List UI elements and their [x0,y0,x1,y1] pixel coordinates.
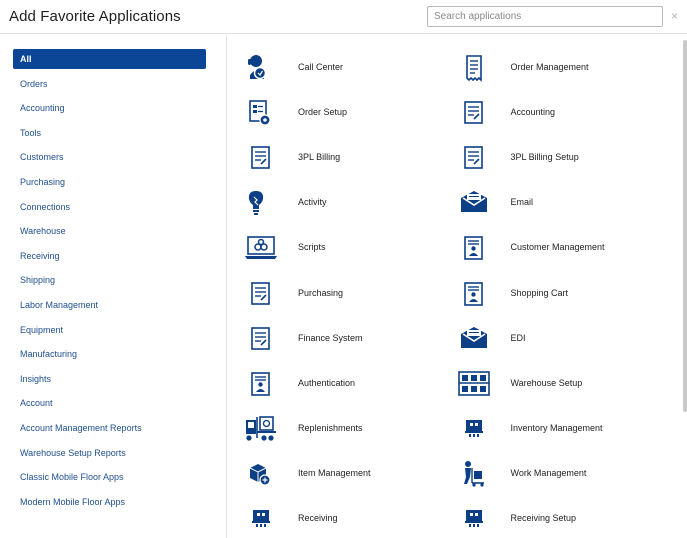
app-label: Activity [298,197,327,208]
search-input[interactable] [427,6,663,27]
close-icon[interactable]: × [671,9,678,23]
app-order-management[interactable]: Order Management [457,53,657,83]
app-authentication[interactable]: Authentication [244,369,444,399]
app-label: Scripts [298,242,326,253]
sidebar-item-warehouse-setup-reports[interactable]: Warehouse Setup Reports [13,443,206,463]
app-label: Authentication [298,377,356,388]
lightbulb-icon [244,188,278,218]
app-warehouse-setup[interactable]: Warehouse Setup [457,369,657,399]
app-label: Email [510,197,534,208]
sidebar-item-insights[interactable]: Insights [13,369,206,389]
sidebar-item-connections[interactable]: Connections [13,197,206,217]
app-purchasing[interactable]: Purchasing [244,279,444,309]
app-receiving[interactable]: Receiving [244,504,444,534]
receipt-icon [457,53,491,83]
forklift-icon [244,414,278,444]
category-sidebar: All Orders Accounting Tools Customers Purchas… [0,35,227,538]
app-label: Shopping Cart [510,287,569,298]
app-3pl-billing-setup[interactable]: 3PL Billing Setup [457,143,657,173]
document-icon [244,324,278,354]
sidebar-item-accounting[interactable]: Accounting [13,98,206,118]
app-inventory-management[interactable]: Inventory Management [457,414,657,444]
app-label: 3PL Billing [298,152,341,163]
sidebar-item-purchasing[interactable]: Purchasing [13,172,206,192]
sidebar-item-account[interactable]: Account [13,393,206,413]
app-label: Work Management [510,467,587,478]
inventory-icon [244,504,278,534]
app-label: Accounting [510,107,556,118]
scrollbar[interactable] [683,40,687,412]
app-order-setup[interactable]: Order Setup [244,98,444,128]
app-grid: Call Center Order Management Order Setup Ac… [228,35,687,538]
sidebar-item-tools[interactable]: Tools [13,123,206,143]
app-accounting[interactable]: Accounting [457,98,657,128]
app-label: Order Management [510,62,589,72]
envelope-icon [457,188,491,218]
app-label: EDI [510,332,526,343]
envelope-icon [457,324,491,354]
id-card-icon [244,369,278,399]
app-replenishments[interactable]: Replenishments [244,414,444,444]
app-email[interactable]: Email [457,188,657,218]
app-work-management[interactable]: Work Management [457,459,657,489]
dialog-title: Add Favorite Applications [9,8,181,25]
sidebar-item-shipping[interactable]: Shipping [13,270,206,290]
app-label: Call Center [298,62,344,72]
headset-icon [244,53,278,83]
order-setup-icon [244,98,278,128]
app-label: Customer Management [510,242,605,253]
app-3pl-billing[interactable]: 3PL Billing [244,143,444,173]
sidebar-item-receiving[interactable]: Receiving [13,246,206,266]
app-finance-system[interactable]: Finance System [244,324,444,354]
app-call-center[interactable]: Call Center [244,53,444,83]
document-icon [244,143,278,173]
boxes-icon [244,459,278,489]
id-card-icon [457,279,491,309]
app-activity[interactable]: Activity [244,188,444,218]
sidebar-item-labor-management[interactable]: Labor Management [13,295,206,315]
app-label: 3PL Billing Setup [510,152,579,163]
app-scripts[interactable]: Scripts [244,233,444,263]
inventory-icon [457,504,491,534]
app-label: Order Setup [298,107,348,118]
inventory-icon [457,414,491,444]
id-card-icon [457,233,491,263]
document-icon [244,279,278,309]
sidebar-item-customers[interactable]: Customers [13,147,206,167]
app-label: Receiving [298,513,338,523]
shelving-icon [457,369,491,399]
document-icon [457,98,491,128]
app-label: Inventory Management [510,422,603,433]
app-label: Purchasing [298,287,344,298]
app-receiving-setup[interactable]: Receiving Setup [457,504,657,534]
app-customer-management[interactable]: Customer Management [457,233,657,263]
sidebar-item-equipment[interactable]: Equipment [13,320,206,340]
app-label: Finance System [298,332,363,343]
hand-truck-icon [457,459,491,489]
sidebar-item-classic-mobile-floor-apps[interactable]: Classic Mobile Floor Apps [13,467,206,487]
app-label: Replenishments [298,422,363,433]
document-icon [457,143,491,173]
app-shopping-cart[interactable]: Shopping Cart [457,279,657,309]
sidebar-item-orders[interactable]: Orders [13,74,206,94]
sidebar-item-account-management-reports[interactable]: Account Management Reports [13,418,206,438]
app-item-management[interactable]: Item Management [244,459,444,489]
sidebar-item-all[interactable]: All [13,49,206,69]
sidebar-item-warehouse[interactable]: Warehouse [13,221,206,241]
laptop-gears-icon [244,233,278,263]
app-label: Item Management [298,467,371,478]
dialog-header: Add Favorite Applications × [0,0,687,34]
app-label: Receiving Setup [510,513,577,523]
app-edi[interactable]: EDI [457,324,657,354]
app-label: Warehouse Setup [510,377,583,388]
sidebar-item-modern-mobile-floor-apps[interactable]: Modern Mobile Floor Apps [13,492,206,512]
sidebar-item-manufacturing[interactable]: Manufacturing [13,344,206,364]
